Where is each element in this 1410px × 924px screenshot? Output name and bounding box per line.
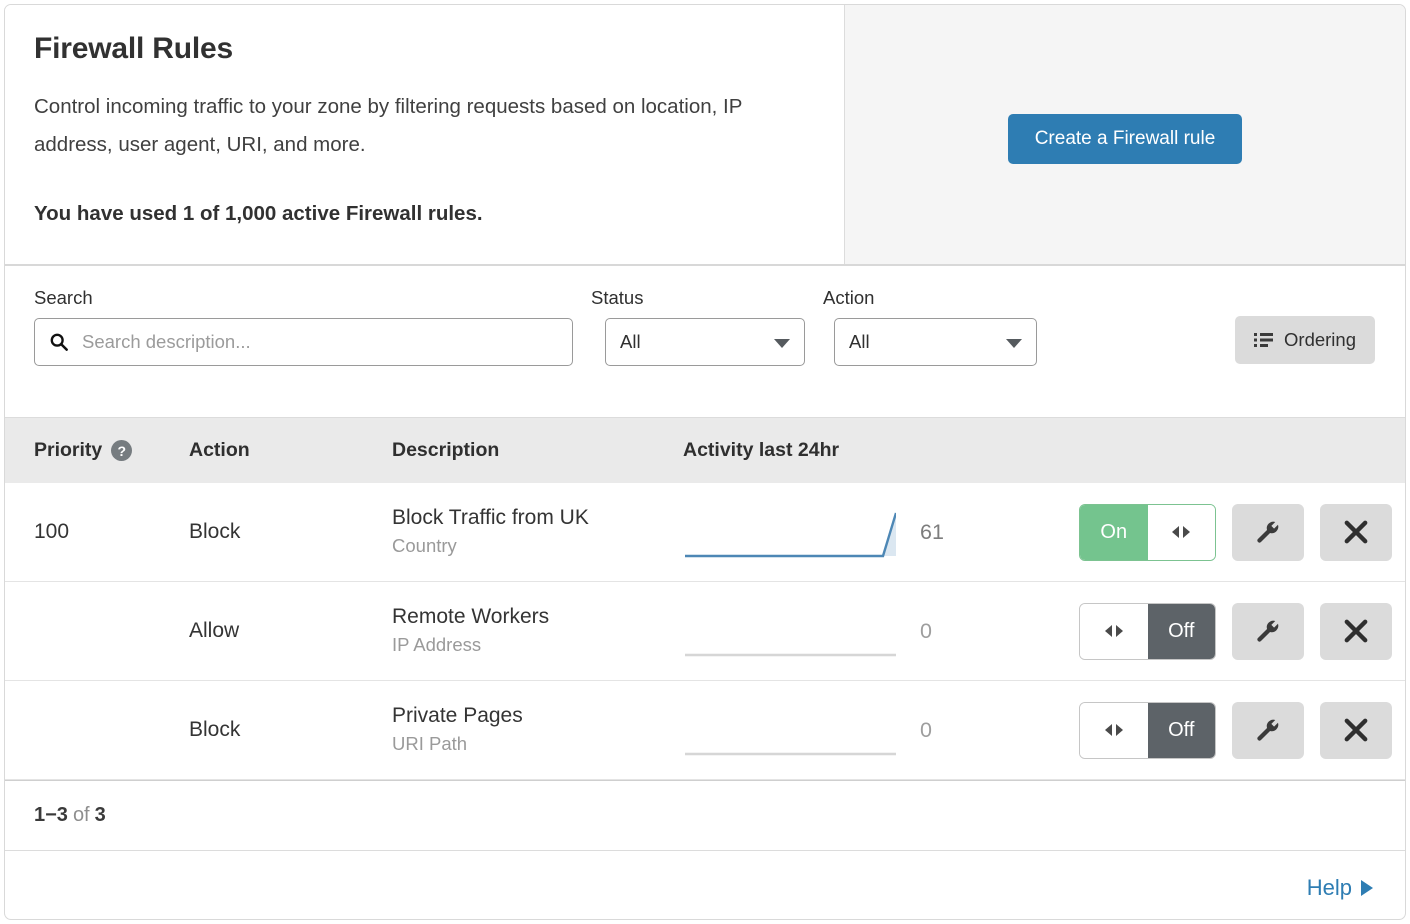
- cell-description: Remote Workers IP Address: [392, 603, 683, 658]
- help-link-label: Help: [1307, 875, 1352, 901]
- cell-activity: 0: [683, 600, 1075, 662]
- wrench-icon: [1255, 618, 1281, 644]
- search-input-wrapper: [34, 318, 573, 366]
- close-x-icon: [1343, 618, 1369, 644]
- chevron-down-icon: [1006, 339, 1022, 348]
- activity-sparkline: [683, 501, 896, 563]
- cell-action: Block: [189, 520, 392, 544]
- action-field-group: Action All: [823, 287, 1037, 366]
- page-title: Firewall Rules: [34, 32, 814, 66]
- question-mark-icon[interactable]: ?: [111, 440, 132, 461]
- header-text-panel: Firewall Rules Control incoming traffic …: [5, 5, 844, 264]
- action-label: Action: [823, 287, 1037, 309]
- filter-toolbar: Search Status All Action: [5, 266, 1405, 418]
- edit-rule-button[interactable]: [1232, 702, 1304, 759]
- cell-activity: 61: [683, 501, 1075, 563]
- toggle-state-label: Off: [1148, 703, 1216, 758]
- close-x-icon: [1343, 717, 1369, 743]
- status-select-value: All: [620, 331, 641, 353]
- status-field-group: Status All: [591, 287, 805, 366]
- delete-rule-button[interactable]: [1320, 702, 1392, 759]
- column-header-activity: Activity last 24hr: [683, 439, 1075, 462]
- action-select-value: All: [849, 331, 870, 353]
- rule-enabled-toggle[interactable]: Off: [1079, 603, 1216, 660]
- close-x-icon: [1343, 519, 1369, 545]
- left-right-arrows-icon: [1169, 525, 1193, 539]
- page-description: Control incoming traffic to your zone by…: [34, 88, 814, 164]
- help-bar: Help: [5, 851, 1405, 920]
- toggle-state-label: Off: [1148, 604, 1216, 659]
- edit-rule-button[interactable]: [1232, 504, 1304, 561]
- usage-summary: You have used 1 of 1,000 active Firewall…: [34, 202, 814, 226]
- left-right-arrows-icon: [1102, 723, 1126, 737]
- activity-sparkline: [683, 699, 896, 761]
- rule-enabled-toggle[interactable]: Off: [1079, 702, 1216, 759]
- rule-enabled-toggle[interactable]: On: [1079, 504, 1216, 561]
- search-label: Search: [34, 287, 573, 309]
- table-row: 100 Block Block Traffic from UK Country …: [5, 483, 1405, 582]
- pagination-of-label: of: [73, 804, 90, 827]
- action-select-wrapper: All: [834, 318, 1037, 366]
- activity-value: 61: [920, 520, 944, 545]
- status-label: Status: [591, 287, 805, 309]
- table-header-row: Priority ? Action Description Activity l…: [5, 418, 1405, 483]
- cell-controls: Off: [1075, 702, 1405, 759]
- table-row: Block Private Pages URI Path 0 Off: [5, 681, 1405, 780]
- rule-description: Block Traffic from UK: [392, 504, 683, 532]
- pagination-range: 1−3: [34, 804, 68, 827]
- wrench-icon: [1255, 519, 1281, 545]
- activity-value: 0: [920, 718, 932, 743]
- activity-value: 0: [920, 619, 932, 644]
- toggle-knob: [1080, 703, 1148, 758]
- delete-rule-button[interactable]: [1320, 603, 1392, 660]
- cell-priority: 100: [5, 520, 189, 544]
- cell-controls: On: [1075, 504, 1405, 561]
- triangle-right-icon: [1361, 880, 1373, 896]
- chevron-down-icon: [774, 339, 790, 348]
- toggle-state-label: On: [1080, 505, 1148, 560]
- ordering-button-label: Ordering: [1284, 329, 1356, 351]
- list-ordering-icon: [1254, 332, 1273, 348]
- cell-controls: Off: [1075, 603, 1405, 660]
- page-header: Firewall Rules Control incoming traffic …: [5, 5, 1405, 266]
- cell-description: Block Traffic from UK Country: [392, 504, 683, 559]
- column-header-description: Description: [392, 439, 683, 462]
- cell-activity: 0: [683, 699, 1075, 761]
- pagination-summary: 1−3 of 3: [5, 780, 1405, 851]
- status-select-wrapper: All: [605, 318, 805, 366]
- delete-rule-button[interactable]: [1320, 504, 1392, 561]
- search-input[interactable]: [34, 318, 573, 366]
- rule-description: Remote Workers: [392, 603, 683, 631]
- rule-description: Private Pages: [392, 702, 683, 730]
- wrench-icon: [1255, 717, 1281, 743]
- create-firewall-rule-button[interactable]: Create a Firewall rule: [1008, 114, 1243, 164]
- table-row: Allow Remote Workers IP Address 0 Off: [5, 582, 1405, 681]
- header-action-panel: Create a Firewall rule: [844, 5, 1405, 264]
- cell-description: Private Pages URI Path: [392, 702, 683, 757]
- column-header-priority-label: Priority: [34, 439, 102, 462]
- ordering-button[interactable]: Ordering: [1235, 316, 1375, 364]
- toggle-knob: [1148, 505, 1216, 560]
- cell-action: Block: [189, 718, 392, 742]
- status-select[interactable]: All: [605, 318, 805, 366]
- search-field-group: Search: [34, 287, 573, 366]
- action-select[interactable]: All: [834, 318, 1037, 366]
- firewall-rules-card: Firewall Rules Control incoming traffic …: [4, 4, 1406, 920]
- cell-action: Allow: [189, 619, 392, 643]
- column-header-action: Action: [189, 439, 392, 462]
- column-header-priority: Priority ?: [5, 439, 189, 462]
- help-link[interactable]: Help: [1307, 875, 1373, 901]
- pagination-total: 3: [95, 804, 106, 827]
- activity-sparkline: [683, 600, 896, 662]
- left-right-arrows-icon: [1102, 624, 1126, 638]
- rule-filter-type: URI Path: [392, 730, 683, 758]
- rule-filter-type: IP Address: [392, 631, 683, 659]
- rule-filter-type: Country: [392, 532, 683, 560]
- toggle-knob: [1080, 604, 1148, 659]
- edit-rule-button[interactable]: [1232, 603, 1304, 660]
